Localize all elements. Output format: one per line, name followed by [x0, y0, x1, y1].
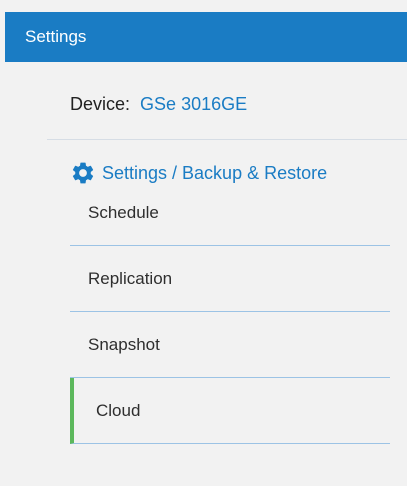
menu-item-cloud[interactable]: Cloud	[70, 378, 390, 444]
menu-item-label: Replication	[88, 268, 173, 288]
menu-item-label: Snapshot	[88, 334, 160, 354]
settings-header: Settings	[5, 12, 407, 62]
header-title: Settings	[25, 27, 87, 46]
device-label: Device:	[70, 94, 131, 114]
menu-item-replication[interactable]: Replication	[70, 246, 390, 312]
menu-item-label: Schedule	[88, 202, 159, 222]
menu-item-snapshot[interactable]: Snapshot	[70, 312, 390, 378]
device-info: Device: GSe 3016GE	[70, 90, 247, 118]
device-name[interactable]: GSe 3016GE	[140, 94, 247, 114]
menu-item-label: Cloud	[96, 400, 141, 420]
divider	[47, 139, 407, 140]
menu-item-schedule[interactable]: Schedule	[70, 180, 390, 246]
